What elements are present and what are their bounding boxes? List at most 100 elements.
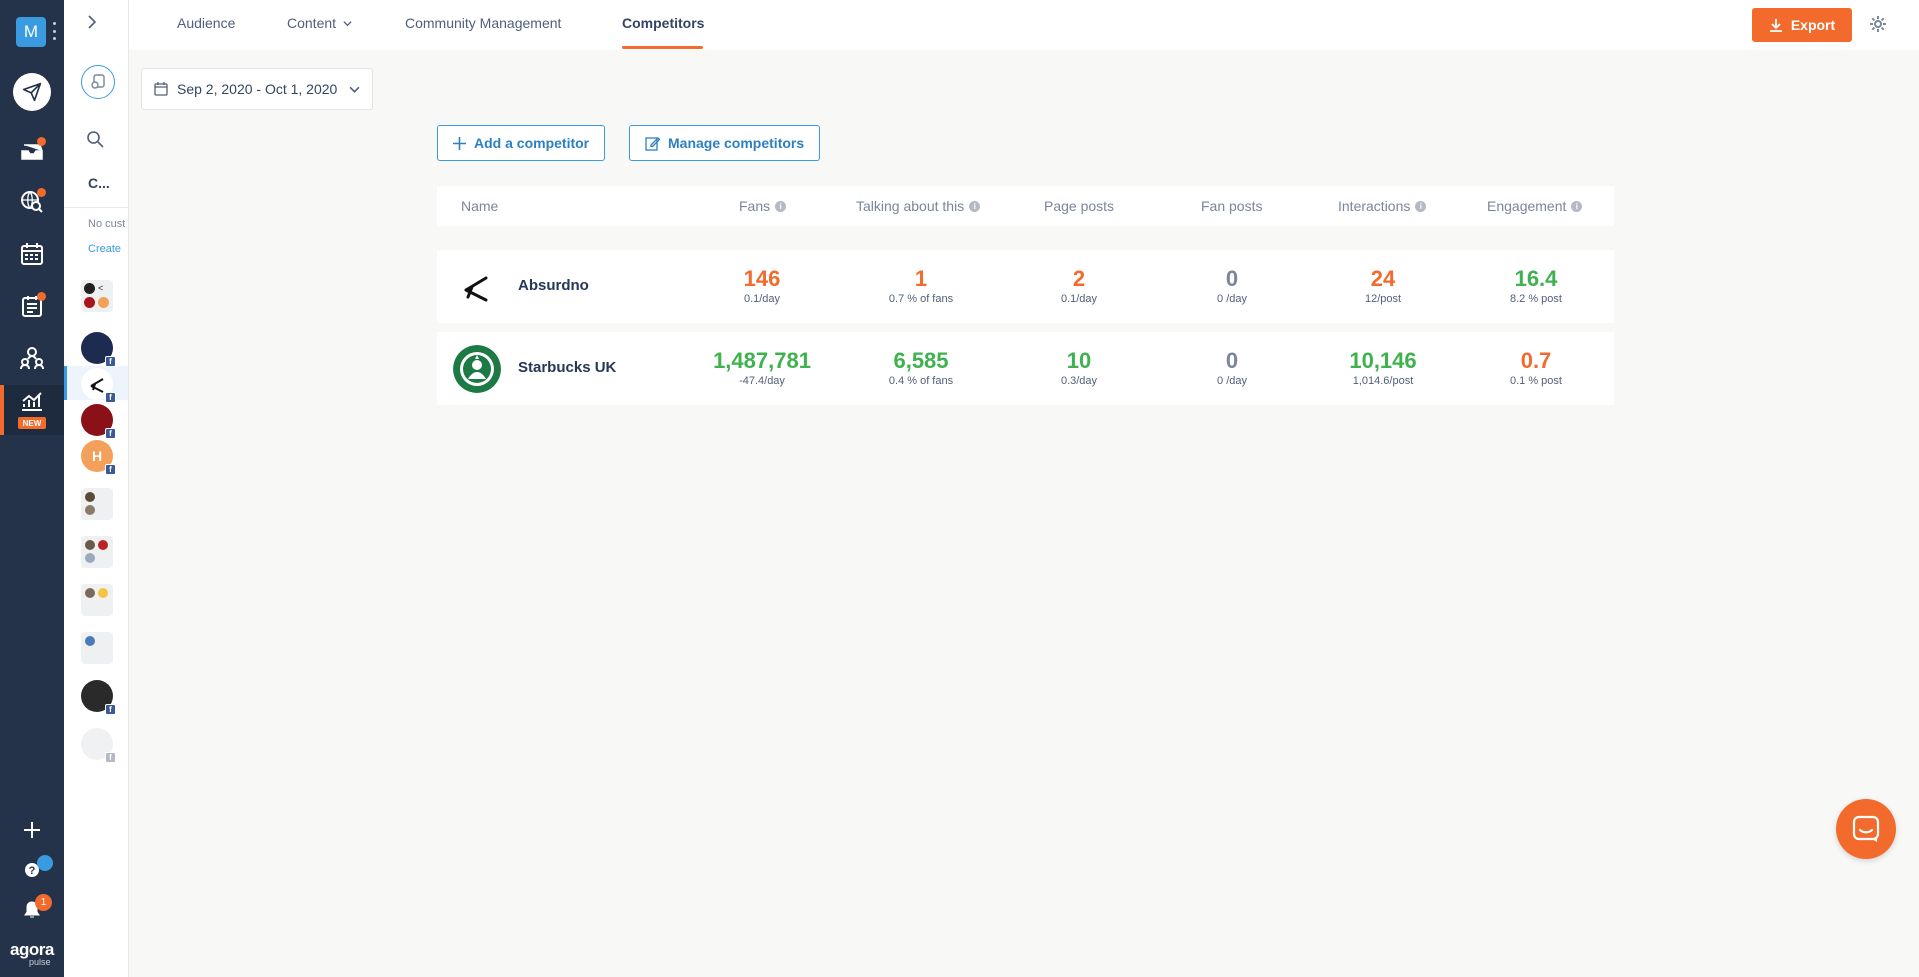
starbucks-logo [453,345,501,393]
reports-icon[interactable] [18,292,46,320]
account-avatar-empty[interactable]: f [81,728,116,763]
chat-support-button[interactable] [1836,799,1896,859]
talking-cell: 6,585 0.4 % of fans [841,348,1001,388]
team-icon[interactable] [18,344,46,372]
account-avatar-dark[interactable]: f [81,332,116,367]
col-fans-label: Fans [739,198,771,214]
analytics-icon[interactable] [18,387,46,415]
col-interactions[interactable]: Interactions i [1338,198,1427,214]
listening-icon[interactable] [18,188,46,216]
engagement-value: 0.7 [1520,348,1552,373]
col-page-posts[interactable]: Page posts [1044,198,1114,214]
fan-posts-value: 0 [1225,348,1239,373]
interactions-sub: 12/post [1364,293,1402,305]
col-engagement-label: Engagement [1487,198,1567,214]
fans-cell: 1,487,781 -47.4/day [682,348,842,388]
info-icon[interactable]: i [775,200,787,212]
info-icon[interactable]: i [969,200,981,212]
export-button[interactable]: Export [1752,8,1852,42]
interactions-cell: 10,146 1,014.6/post [1303,349,1463,388]
info-icon[interactable]: i [1415,200,1427,212]
account-avatar-absurdno[interactable]: f [81,368,116,403]
competitor-name[interactable]: Starbucks UK [518,359,616,376]
top-header: Audience Content Community Management Co… [129,0,1919,50]
gear-icon[interactable] [1869,15,1887,38]
calendar-icon[interactable] [18,240,46,268]
add-competitor-label: Add a competitor [474,135,590,151]
tab-content[interactable]: Content [287,15,352,31]
account-group-1[interactable]: < [81,280,113,312]
account-avatar-photo[interactable]: f [81,680,116,715]
talking-cell: 1 0.7 % of fans [841,267,1001,306]
workspace-avatar[interactable]: M [16,17,46,47]
divider [64,207,128,208]
listening-badge [37,188,46,197]
page-posts-cell: 2 0.1/day [999,266,1159,306]
fan-posts-value: 0 [1225,266,1239,291]
talking-value: 6,585 [893,348,949,373]
col-talking-label: Talking about this [856,198,965,214]
tab-content-label: Content [287,15,337,31]
customer-title: C... [88,175,110,191]
main-nav: M NEW ? 1 agora pulse [0,0,64,977]
calendar-icon [154,82,168,96]
agorapulse-logo-sub: pulse [29,957,51,967]
account-avatar-red[interactable]: f [81,404,116,439]
page-posts-sub: 0.3/day [1060,375,1098,387]
table-row[interactable]: Starbucks UK 1,487,781 -47.4/day 6,585 0.4… [437,332,1614,405]
no-customers-text: No cust [88,218,126,230]
fan-posts-cell: 0 0 /day [1152,348,1312,388]
manage-competitors-label: Manage competitors [668,135,805,151]
page-posts-value: 2 [1072,266,1086,291]
fans-cell: 146 0.1/day [682,267,842,306]
page-posts-sub: 0.1/day [1060,293,1098,305]
account-group-2[interactable] [81,488,113,520]
page-posts-value: 10 [1066,348,1092,373]
col-talking[interactable]: Talking about this i [856,198,981,214]
fans-sub: 0.1/day [743,293,781,305]
account-avatar-h[interactable]: Hf [81,440,116,475]
account-group-4[interactable] [81,584,113,616]
tab-community-management[interactable]: Community Management [405,15,561,31]
manage-competitors-button[interactable]: Manage competitors [629,125,821,161]
create-customer-link[interactable]: Create [88,243,121,255]
inbox-badge [37,137,46,146]
fan-posts-cell: 0 0 /day [1152,266,1312,306]
account-group-3[interactable] [81,536,113,568]
info-icon[interactable]: i [1571,200,1583,212]
chevron-down-icon [343,21,352,27]
engagement-sub: 0.1 % post [1510,375,1562,387]
publish-icon[interactable] [13,73,51,111]
col-engagement[interactable]: Engagement i [1487,198,1583,214]
col-fans[interactable]: Fans i [739,198,787,214]
new-badge: NEW [18,417,46,429]
table-row[interactable]: Absurdno 146 0.1/day 1 0.7 % of fans 2 0.1/… [437,250,1614,323]
fans-value: 1,487,781 [713,348,811,373]
gift-badge-icon [37,855,53,871]
tab-competitors[interactable]: Competitors [622,15,704,31]
col-name[interactable]: Name [461,198,498,214]
edit-icon [645,136,660,151]
add-icon[interactable] [18,816,46,844]
inbox-icon[interactable] [18,137,46,165]
search-icon[interactable] [86,130,104,153]
col-interactions-label: Interactions [1338,198,1411,214]
workspace-menu-icon[interactable] [52,22,56,40]
add-competitor-button[interactable]: Add a competitor [437,125,606,161]
chevron-down-icon [349,86,360,93]
talking-sub: 0.4 % of fans [888,375,954,387]
profile-settings-icon[interactable] [81,65,115,99]
notifications-count-badge: 1 [35,894,52,911]
col-fan-posts[interactable]: Fan posts [1201,198,1262,214]
chevron-right-icon[interactable] [86,14,98,35]
tab-audience[interactable]: Audience [177,15,235,31]
date-range-picker[interactable]: Sep 2, 2020 - Oct 1, 2020 [141,68,373,110]
active-tab-indicator [622,46,703,49]
reports-badge [37,292,46,301]
competitor-name[interactable]: Absurdno [518,277,589,294]
svg-text:?: ? [29,865,36,877]
interactions-sub: 1,014.6/post [1352,375,1414,387]
interactions-value: 24 [1370,266,1396,291]
account-group-5[interactable] [81,632,113,664]
engagement-cell: 0.7 0.1 % post [1456,348,1616,388]
